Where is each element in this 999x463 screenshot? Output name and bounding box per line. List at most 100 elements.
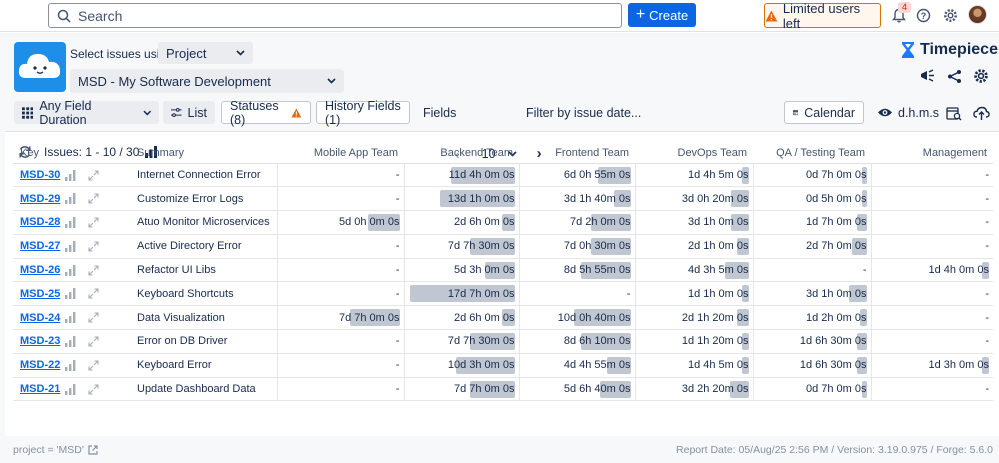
search-input[interactable]: Search bbox=[48, 3, 622, 28]
chart-bars-icon[interactable] bbox=[65, 217, 76, 229]
jql-query[interactable]: project = 'MSD' bbox=[13, 444, 98, 456]
duration-value: 4d 3h 5m 0s bbox=[687, 264, 749, 277]
issue-key-link[interactable]: MSD-22 bbox=[20, 359, 60, 371]
issue-key-link[interactable]: MSD-29 bbox=[20, 193, 60, 205]
report-info: Report Date: 05/Aug/25 2:56 PM / Version… bbox=[676, 444, 993, 456]
expand-icon[interactable] bbox=[88, 217, 99, 228]
chart-bars-icon[interactable] bbox=[65, 359, 76, 371]
duration-value: 17d 7h 0m 0s bbox=[447, 287, 515, 300]
app-settings-icon[interactable] bbox=[972, 67, 990, 85]
calendar-button[interactable]: Calendar bbox=[784, 101, 864, 124]
summary-cell: Update Dashboard Data bbox=[137, 377, 277, 402]
project-select[interactable]: MSD - My Software Development bbox=[70, 69, 344, 93]
duration-cell: - bbox=[870, 210, 993, 235]
issue-key-link[interactable]: MSD-21 bbox=[20, 383, 60, 395]
issue-source-value: Project bbox=[166, 45, 207, 61]
chart-bars-icon[interactable] bbox=[65, 312, 76, 324]
issue-key-link[interactable]: MSD-23 bbox=[20, 335, 60, 347]
warning-icon bbox=[765, 10, 778, 21]
history-fields-button[interactable]: History Fields (1) bbox=[316, 99, 410, 127]
duration-value: - bbox=[985, 335, 989, 348]
issue-key-link[interactable]: MSD-27 bbox=[20, 240, 60, 252]
duration-cell: 7d 2h 0m 0s bbox=[518, 210, 635, 235]
duration-value: 3d 1h 0m 0s bbox=[687, 216, 749, 229]
help-icon[interactable]: ? bbox=[914, 6, 932, 24]
expand-icon[interactable] bbox=[88, 169, 99, 181]
duration-value: 2d 1h 20m 0s bbox=[681, 311, 749, 324]
duration-value: 1d 4h 5m 0s bbox=[687, 359, 749, 372]
view-list-button[interactable]: List bbox=[163, 101, 215, 124]
statuses-button[interactable]: Statuses (8) bbox=[221, 99, 311, 127]
column-header[interactable]: Mobile App Team bbox=[277, 144, 404, 164]
column-header[interactable]: Summary bbox=[137, 144, 277, 164]
chart-bars-icon[interactable] bbox=[65, 288, 76, 300]
issue-key-link[interactable]: MSD-28 bbox=[20, 216, 60, 228]
hourglass-icon bbox=[902, 42, 914, 58]
duration-cell: 0d 7h 0m 0s bbox=[752, 163, 871, 188]
duration-type-select[interactable]: Any Field Duration bbox=[14, 99, 159, 127]
create-button[interactable]: + Create bbox=[628, 3, 696, 27]
grid-icon bbox=[22, 106, 34, 119]
duration-value: 7d 7h 30m 0s bbox=[447, 335, 515, 348]
chart-bars-icon[interactable] bbox=[65, 336, 76, 348]
duration-cell: - bbox=[870, 305, 993, 331]
issue-key-link[interactable]: MSD-24 bbox=[20, 312, 60, 324]
create-label: Create bbox=[649, 7, 689, 23]
chart-bars-icon[interactable] bbox=[65, 383, 76, 395]
issue-key-link[interactable]: MSD-25 bbox=[20, 288, 60, 300]
chart-bars-icon[interactable] bbox=[65, 240, 76, 252]
duration-value: 5d 0h 0m 0s bbox=[338, 216, 400, 229]
user-avatar[interactable] bbox=[968, 5, 987, 24]
duration-value: 7d 2h 0m 0s bbox=[569, 216, 631, 229]
duration-cell: 1d 4h 5m 0s bbox=[634, 163, 753, 188]
expand-icon[interactable] bbox=[88, 336, 99, 347]
export-cloud-icon[interactable] bbox=[972, 104, 990, 122]
column-header[interactable]: Frontend Team bbox=[519, 144, 635, 164]
expand-icon[interactable] bbox=[88, 360, 99, 371]
column-header[interactable]: Management bbox=[871, 144, 993, 164]
table-header: Key Summary Mobile App Team Backend Team Fro… bbox=[13, 144, 993, 164]
sliders-icon bbox=[171, 108, 182, 117]
chart-bars-icon[interactable] bbox=[65, 169, 76, 181]
duration-value: 7d 7h 0m 0s bbox=[453, 383, 515, 396]
column-header[interactable]: Backend Team bbox=[404, 144, 519, 164]
duration-cell: - bbox=[870, 186, 993, 212]
duration-value: 3d 0h 20m 0s bbox=[681, 192, 749, 205]
expand-icon[interactable] bbox=[88, 241, 99, 252]
expand-icon[interactable] bbox=[88, 384, 99, 395]
expand-icon[interactable] bbox=[88, 312, 99, 323]
table-row: MSD-30 Internet Connection Error - 11d 4h 0… bbox=[13, 163, 993, 188]
duration-cell: 8d 5h 55m 0s bbox=[518, 258, 635, 283]
duration-cell: - bbox=[870, 329, 993, 354]
summary-cell: Refactor UI Libs bbox=[137, 258, 277, 283]
duration-value: 2d 1h 0m 0s bbox=[687, 240, 749, 253]
duration-value: 8d 5h 55m 0s bbox=[563, 264, 631, 277]
time-format-toggle[interactable]: d.h.m.s bbox=[877, 101, 939, 124]
duration-cell: 1d 2h 0m 0s bbox=[752, 305, 871, 331]
duration-value: 2d 7h 0m 0s bbox=[805, 240, 867, 253]
issue-source-select[interactable]: Project bbox=[158, 42, 253, 64]
announcement-icon[interactable] bbox=[918, 67, 936, 85]
chart-bars-icon[interactable] bbox=[65, 193, 76, 205]
limited-users-button[interactable]: Limited users left bbox=[764, 1, 881, 31]
issue-key-link[interactable]: MSD-26 bbox=[20, 264, 60, 276]
issue-key-link[interactable]: MSD-30 bbox=[20, 169, 60, 181]
column-header[interactable]: DevOps Team bbox=[635, 144, 753, 164]
duration-value: 4d 4h 55m 0s bbox=[563, 359, 631, 372]
column-header[interactable]: QA / Testing Team bbox=[753, 144, 871, 164]
filter-by-date-button[interactable]: Filter by issue date... bbox=[526, 101, 641, 124]
fields-button[interactable]: Fields bbox=[423, 101, 456, 124]
expand-icon[interactable] bbox=[88, 265, 99, 276]
duration-value: 0d 5h 0m 0s bbox=[805, 192, 867, 205]
column-header[interactable]: Key bbox=[13, 144, 137, 164]
duration-value: 1d 3h 0m 0s bbox=[928, 359, 989, 372]
expand-icon[interactable] bbox=[88, 288, 99, 300]
share-icon[interactable] bbox=[945, 67, 963, 85]
report-search-icon[interactable] bbox=[945, 104, 963, 122]
settings-icon[interactable] bbox=[941, 6, 959, 24]
duration-cell: 17d 7h 0m 0s bbox=[403, 281, 519, 307]
duration-value: 1d 7h 0m 0s bbox=[805, 216, 867, 229]
expand-icon[interactable] bbox=[88, 193, 99, 204]
chart-bars-icon[interactable] bbox=[65, 264, 76, 276]
duration-value: 2d 6h 0m 0s bbox=[453, 311, 515, 324]
